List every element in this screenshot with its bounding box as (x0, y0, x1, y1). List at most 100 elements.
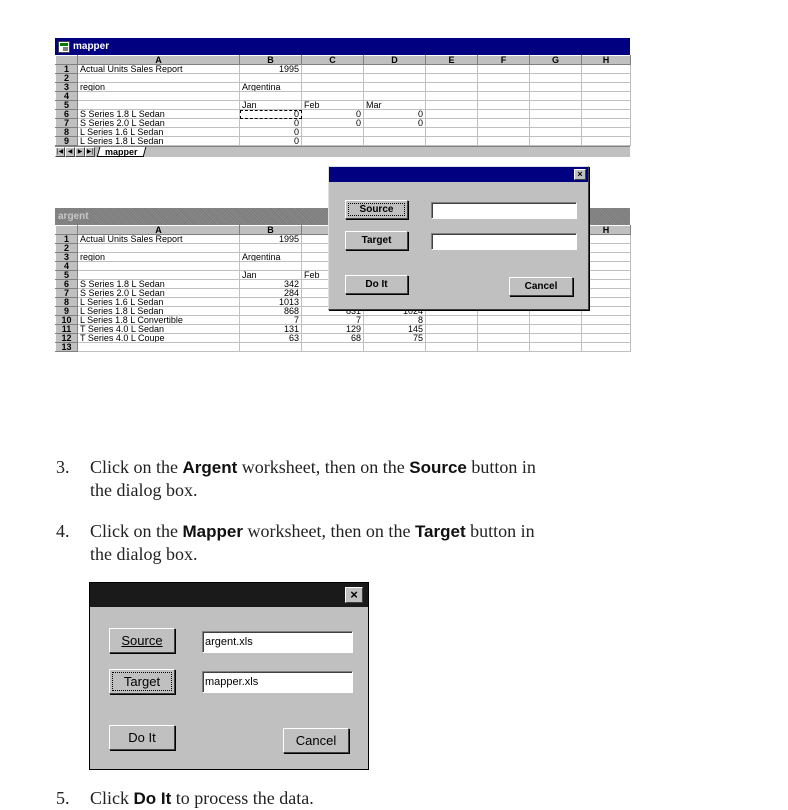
cell-f12[interactable] (477, 333, 530, 343)
row-header[interactable]: 5 (55, 100, 78, 110)
cell-a3[interactable]: region (77, 252, 240, 262)
cell-a8[interactable]: L Series 1.6 L Sedan (77, 297, 240, 307)
cell-e2[interactable] (425, 73, 478, 83)
cell-c12[interactable]: 68 (301, 333, 364, 343)
cell-a2[interactable] (77, 73, 240, 83)
cell-a11[interactable]: T Series 4.0 L Sedan (77, 324, 240, 334)
cell-f4[interactable] (477, 91, 530, 101)
cell-b4[interactable] (239, 91, 302, 101)
cell-a5[interactable] (77, 270, 240, 280)
first-sheet-button[interactable]: |◀ (55, 147, 65, 157)
cell-h4[interactable] (581, 91, 631, 101)
row-header[interactable]: 4 (55, 91, 78, 101)
dialog-filled-titlebar[interactable]: × (90, 583, 368, 607)
cell-g10[interactable] (529, 315, 582, 325)
cell-b12[interactable]: 63 (239, 333, 302, 343)
cell-d8[interactable] (363, 127, 426, 137)
cell-c8[interactable] (301, 127, 364, 137)
row-header[interactable]: 8 (55, 127, 78, 137)
cell-f5[interactable] (477, 100, 530, 110)
do-it-button[interactable]: Do It (345, 275, 408, 294)
cell-e5[interactable] (425, 100, 478, 110)
cell-d4[interactable] (363, 91, 426, 101)
cell-d1[interactable] (363, 64, 426, 74)
cell-d6[interactable]: 0 (363, 109, 426, 119)
cell-f7[interactable] (477, 118, 530, 128)
cell-d12[interactable]: 75 (363, 333, 426, 343)
cell-f6[interactable] (477, 109, 530, 119)
column-header-d[interactable]: D (363, 55, 426, 65)
cell-g9[interactable] (529, 136, 582, 146)
cell-b7[interactable]: 284 (239, 288, 302, 298)
cell-g1[interactable] (529, 64, 582, 74)
cell-c7[interactable]: 0 (301, 118, 364, 128)
cell-c3[interactable] (301, 82, 364, 92)
cell-h8[interactable] (581, 127, 631, 137)
row-header[interactable]: 4 (55, 261, 78, 271)
target-field[interactable]: mapper.xls (202, 671, 353, 693)
last-sheet-button[interactable]: ▶| (85, 147, 95, 157)
cell-d13[interactable] (363, 342, 426, 352)
cell-g13[interactable] (529, 342, 582, 352)
cell-d10[interactable]: 8 (363, 315, 426, 325)
cell-g8[interactable] (529, 127, 582, 137)
cell-c13[interactable] (301, 342, 364, 352)
mapper-titlebar[interactable]: mapper (55, 38, 630, 55)
cell-f11[interactable] (477, 324, 530, 334)
cell-a8[interactable]: L Series 1.6 L Sedan (77, 127, 240, 137)
cell-d7[interactable]: 0 (363, 118, 426, 128)
cell-g7[interactable] (529, 118, 582, 128)
row-header[interactable]: 2 (55, 73, 78, 83)
source-button[interactable]: Source (109, 628, 175, 653)
cell-a7[interactable]: S Series 2.0 L Sedan (77, 288, 240, 298)
cell-a6[interactable]: S Series 1.8 L Sedan (77, 109, 240, 119)
cell-d5[interactable]: Mar (363, 100, 426, 110)
cell-a5[interactable] (77, 100, 240, 110)
row-header[interactable]: 5 (55, 270, 78, 280)
cell-a7[interactable]: S Series 2.0 L Sedan (77, 118, 240, 128)
row-header[interactable]: 9 (55, 136, 78, 146)
cell-b5[interactable]: Jan (239, 100, 302, 110)
cell-a12[interactable]: T Series 4.0 L Coupe (77, 333, 240, 343)
row-header[interactable]: 8 (55, 297, 78, 307)
row-header[interactable]: 7 (55, 118, 78, 128)
cell-h11[interactable] (581, 324, 631, 334)
cell-a9[interactable]: L Series 1.8 L Sedan (77, 136, 240, 146)
cell-e4[interactable] (425, 91, 478, 101)
cell-c9[interactable] (301, 136, 364, 146)
cell-a1[interactable]: Actual Units Sales Report (77, 64, 240, 74)
cell-c2[interactable] (301, 73, 364, 83)
cell-b4[interactable] (239, 261, 302, 271)
select-all-corner[interactable] (55, 55, 78, 65)
cell-f13[interactable] (477, 342, 530, 352)
cell-b9[interactable]: 0 (239, 136, 302, 146)
column-header-e[interactable]: E (425, 55, 478, 65)
cell-h12[interactable] (581, 333, 631, 343)
cell-g12[interactable] (529, 333, 582, 343)
row-header[interactable]: 12 (55, 333, 78, 343)
target-field[interactable] (431, 233, 577, 250)
row-header[interactable]: 7 (55, 288, 78, 298)
next-sheet-button[interactable]: ▶ (75, 147, 85, 157)
cell-g6[interactable] (529, 109, 582, 119)
cell-a10[interactable]: L Series 1.8 L Convertible (77, 315, 240, 325)
cell-e9[interactable] (425, 136, 478, 146)
cell-e6[interactable] (425, 109, 478, 119)
cell-g2[interactable] (529, 73, 582, 83)
cell-c11[interactable]: 129 (301, 324, 364, 334)
cell-b9[interactable]: 868 (239, 306, 302, 316)
source-button[interactable]: Source (345, 200, 408, 219)
column-header-h[interactable]: H (581, 55, 631, 65)
row-header[interactable]: 1 (55, 234, 78, 244)
cell-b7[interactable]: 0 (239, 118, 302, 128)
row-header[interactable]: 10 (55, 315, 78, 325)
cell-a4[interactable] (77, 261, 240, 271)
cell-e8[interactable] (425, 127, 478, 137)
prev-sheet-button[interactable]: ◀ (65, 147, 75, 157)
cell-h2[interactable] (581, 73, 631, 83)
cell-b6[interactable]: 342 (239, 279, 302, 289)
cell-e10[interactable] (425, 315, 478, 325)
cell-b3[interactable]: Argentina (239, 82, 302, 92)
column-header-f[interactable]: F (477, 55, 530, 65)
row-header[interactable]: 13 (55, 342, 78, 352)
